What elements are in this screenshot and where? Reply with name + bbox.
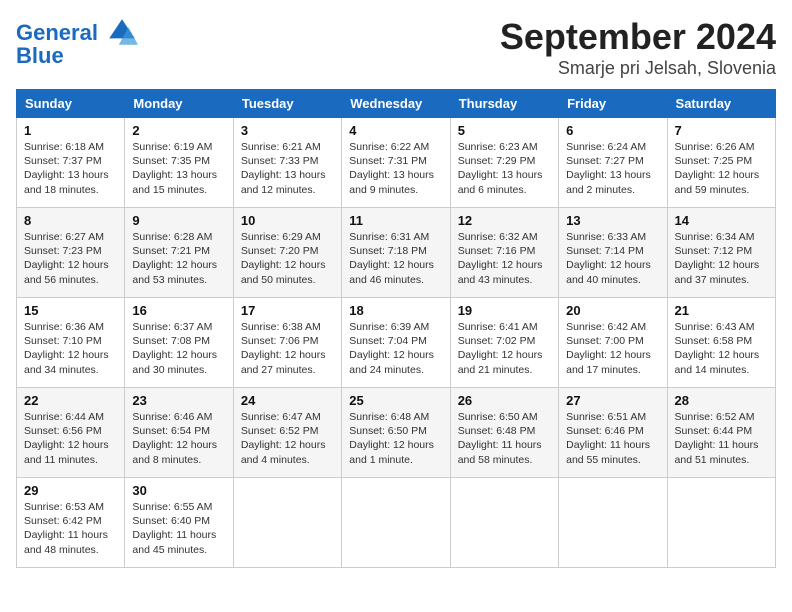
- table-row: 3Sunrise: 6:21 AM Sunset: 7:33 PM Daylig…: [233, 118, 341, 208]
- table-row: 4Sunrise: 6:22 AM Sunset: 7:31 PM Daylig…: [342, 118, 450, 208]
- table-row: 6Sunrise: 6:24 AM Sunset: 7:27 PM Daylig…: [559, 118, 667, 208]
- table-row: 28Sunrise: 6:52 AM Sunset: 6:44 PM Dayli…: [667, 388, 775, 478]
- table-row: [559, 478, 667, 568]
- table-row: 20Sunrise: 6:42 AM Sunset: 7:00 PM Dayli…: [559, 298, 667, 388]
- table-row: 27Sunrise: 6:51 AM Sunset: 6:46 PM Dayli…: [559, 388, 667, 478]
- calendar-table: Sunday Monday Tuesday Wednesday Thursday…: [16, 89, 776, 568]
- table-row: 2Sunrise: 6:19 AM Sunset: 7:35 PM Daylig…: [125, 118, 233, 208]
- table-row: 22Sunrise: 6:44 AM Sunset: 6:56 PM Dayli…: [17, 388, 125, 478]
- table-row: 19Sunrise: 6:41 AM Sunset: 7:02 PM Dayli…: [450, 298, 558, 388]
- col-thursday: Thursday: [450, 90, 558, 118]
- table-row: 9Sunrise: 6:28 AM Sunset: 7:21 PM Daylig…: [125, 208, 233, 298]
- table-row: 13Sunrise: 6:33 AM Sunset: 7:14 PM Dayli…: [559, 208, 667, 298]
- table-row: 30Sunrise: 6:55 AM Sunset: 6:40 PM Dayli…: [125, 478, 233, 568]
- col-wednesday: Wednesday: [342, 90, 450, 118]
- table-row: 12Sunrise: 6:32 AM Sunset: 7:16 PM Dayli…: [450, 208, 558, 298]
- table-row: 26Sunrise: 6:50 AM Sunset: 6:48 PM Dayli…: [450, 388, 558, 478]
- month-year: September 2024: [500, 16, 776, 58]
- table-row: 7Sunrise: 6:26 AM Sunset: 7:25 PM Daylig…: [667, 118, 775, 208]
- table-row: 14Sunrise: 6:34 AM Sunset: 7:12 PM Dayli…: [667, 208, 775, 298]
- col-tuesday: Tuesday: [233, 90, 341, 118]
- table-row: [450, 478, 558, 568]
- table-row: 5Sunrise: 6:23 AM Sunset: 7:29 PM Daylig…: [450, 118, 558, 208]
- table-row: 15Sunrise: 6:36 AM Sunset: 7:10 PM Dayli…: [17, 298, 125, 388]
- table-row: 17Sunrise: 6:38 AM Sunset: 7:06 PM Dayli…: [233, 298, 341, 388]
- table-row: [667, 478, 775, 568]
- table-row: 24Sunrise: 6:47 AM Sunset: 6:52 PM Dayli…: [233, 388, 341, 478]
- location: Smarje pri Jelsah, Slovenia: [500, 58, 776, 79]
- table-row: 10Sunrise: 6:29 AM Sunset: 7:20 PM Dayli…: [233, 208, 341, 298]
- table-row: 25Sunrise: 6:48 AM Sunset: 6:50 PM Dayli…: [342, 388, 450, 478]
- table-row: 18Sunrise: 6:39 AM Sunset: 7:04 PM Dayli…: [342, 298, 450, 388]
- table-row: [233, 478, 341, 568]
- table-row: 16Sunrise: 6:37 AM Sunset: 7:08 PM Dayli…: [125, 298, 233, 388]
- table-row: 8Sunrise: 6:27 AM Sunset: 7:23 PM Daylig…: [17, 208, 125, 298]
- title-area: September 2024 Smarje pri Jelsah, Sloven…: [500, 16, 776, 79]
- table-row: 23Sunrise: 6:46 AM Sunset: 6:54 PM Dayli…: [125, 388, 233, 478]
- col-sunday: Sunday: [17, 90, 125, 118]
- table-row: 29Sunrise: 6:53 AM Sunset: 6:42 PM Dayli…: [17, 478, 125, 568]
- col-friday: Friday: [559, 90, 667, 118]
- header: General Blue September 2024 Smarje pri J…: [16, 16, 776, 79]
- table-row: 11Sunrise: 6:31 AM Sunset: 7:18 PM Dayli…: [342, 208, 450, 298]
- table-row: 1Sunrise: 6:18 AM Sunset: 7:37 PM Daylig…: [17, 118, 125, 208]
- col-saturday: Saturday: [667, 90, 775, 118]
- logo: General Blue: [16, 20, 138, 68]
- col-monday: Monday: [125, 90, 233, 118]
- table-row: 21Sunrise: 6:43 AM Sunset: 6:58 PM Dayli…: [667, 298, 775, 388]
- table-row: [342, 478, 450, 568]
